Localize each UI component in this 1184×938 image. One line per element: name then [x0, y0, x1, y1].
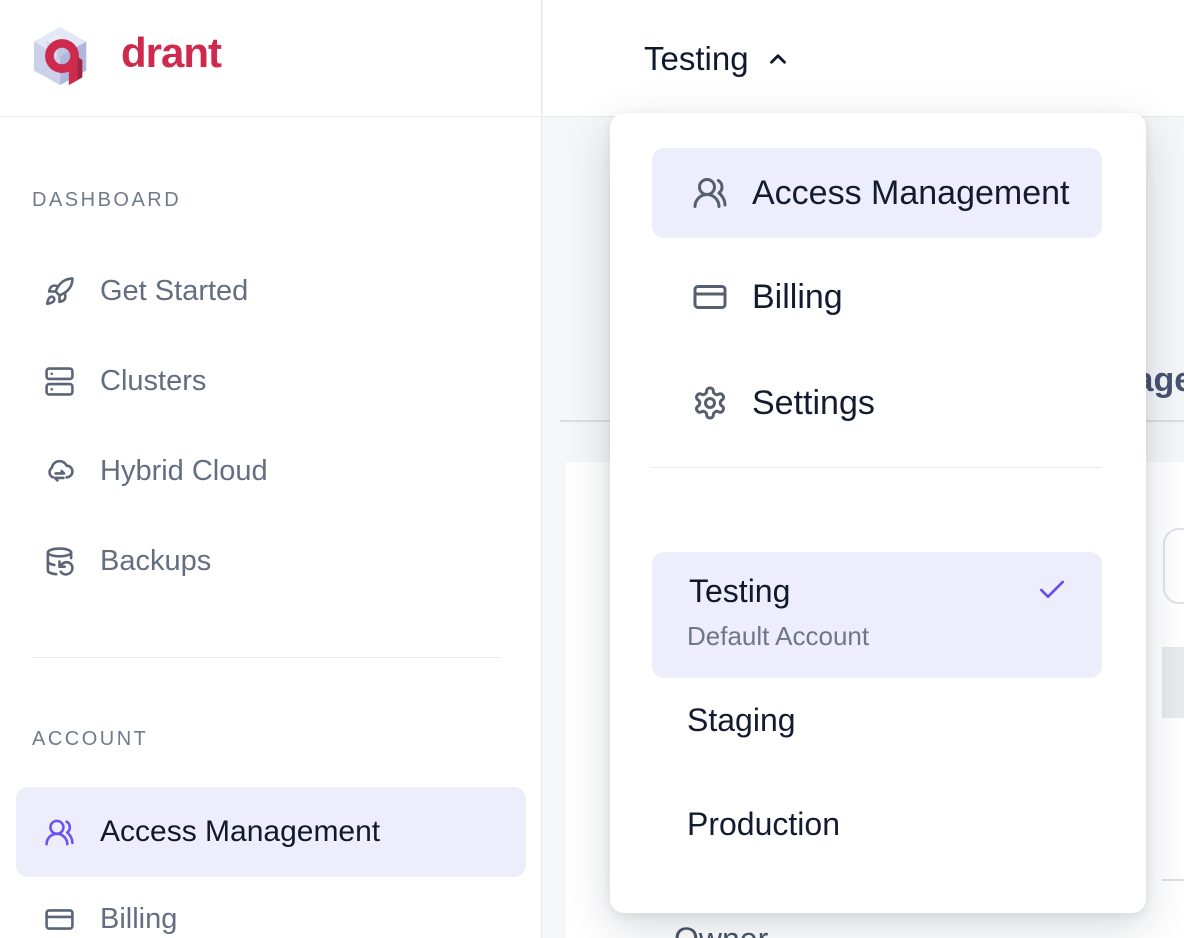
credit-card-icon	[44, 904, 75, 935]
credit-card-icon	[692, 279, 728, 315]
check-icon	[1036, 574, 1068, 606]
sidebar-item-get-started[interactable]: Get Started	[16, 263, 526, 319]
account-menu: Access Management Billing Settings My Ac…	[610, 113, 1146, 913]
sidebar-item-label: Access Management	[100, 815, 380, 849]
table-cell-owner: Owner	[674, 921, 768, 938]
menu-item-label: Billing	[752, 278, 843, 317]
table-header-row	[1162, 647, 1184, 718]
sidebar-item-billing[interactable]: Billing	[16, 891, 526, 938]
sidebar-divider	[32, 657, 500, 658]
account-name: Testing	[689, 573, 790, 610]
server-icon	[44, 366, 75, 397]
menu-item-billing[interactable]: Billing	[652, 252, 1102, 342]
sidebar-header: drant	[0, 0, 541, 117]
gear-icon	[692, 385, 728, 421]
account-switcher-label: Testing	[644, 40, 749, 78]
account-option-staging[interactable]: Staging	[652, 688, 1102, 752]
users-icon	[44, 817, 75, 848]
sidebar-item-backups[interactable]: Backups	[16, 533, 526, 589]
menu-item-label: Settings	[752, 384, 875, 423]
sidebar-section-account-label: ACCOUNT	[32, 727, 148, 751]
page-title-clip: Access Management	[1146, 358, 1184, 404]
menu-divider	[652, 467, 1102, 468]
qdrant-cube-icon	[32, 26, 94, 88]
account-name: Production	[687, 806, 840, 843]
account-switcher-button[interactable]: Testing	[644, 0, 791, 117]
rocket-icon	[44, 276, 75, 307]
page-title: Access Management	[1146, 358, 1184, 402]
sidebar-item-label: Billing	[100, 903, 177, 936]
account-option-production[interactable]: Production	[652, 792, 1102, 856]
database-backup-icon	[44, 546, 75, 577]
sidebar-item-label: Clusters	[100, 365, 206, 398]
account-option-testing[interactable]: Testing Default Account	[652, 552, 1102, 678]
users-icon	[692, 175, 728, 211]
sidebar-item-access-management[interactable]: Access Management	[16, 787, 526, 877]
menu-item-access-management[interactable]: Access Management	[652, 148, 1102, 238]
chevron-up-icon	[765, 46, 791, 72]
sidebar-item-label: Hybrid Cloud	[100, 455, 268, 488]
top-header: Testing	[543, 0, 1184, 117]
qdrant-wordmark: drant	[121, 23, 221, 83]
menu-item-label: Access Management	[752, 174, 1070, 213]
sidebar-section-dashboard-label: DASHBOARD	[32, 188, 181, 212]
sidebar-item-clusters[interactable]: Clusters	[16, 353, 526, 409]
menu-item-settings[interactable]: Settings	[652, 358, 1102, 448]
account-name: Staging	[687, 702, 796, 739]
search-input[interactable]	[1163, 528, 1184, 604]
sidebar-item-label: Backups	[100, 545, 211, 578]
table-row-divider	[1162, 879, 1184, 881]
qdrant-logo[interactable]: drant	[32, 26, 221, 88]
cloud-sync-icon	[44, 456, 75, 487]
account-description: Default Account	[687, 621, 869, 652]
sidebar-item-label: Get Started	[100, 275, 248, 308]
app-window: drant DASHBOARD Get Started Clusters	[0, 0, 1184, 938]
sidebar-item-hybrid-cloud[interactable]: Hybrid Cloud	[16, 443, 526, 499]
sidebar: drant DASHBOARD Get Started Clusters	[0, 0, 542, 938]
